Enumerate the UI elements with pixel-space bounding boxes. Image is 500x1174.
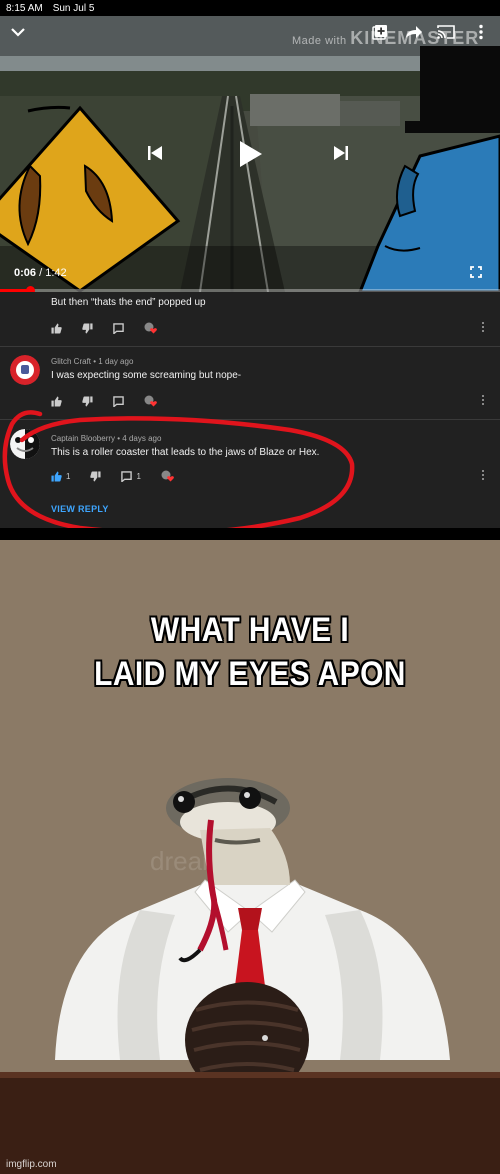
- dislike-button[interactable]: [90, 470, 101, 482]
- divider: [0, 346, 500, 347]
- current-time: 0:06: [14, 267, 37, 279]
- comment-actions: [51, 394, 177, 408]
- creator-heart-badge: [144, 395, 157, 407]
- status-bar: 8:15 AM Sun Jul 5: [0, 0, 500, 16]
- thumbs-down-icon: [82, 322, 93, 334]
- add-to-playlist-icon[interactable]: [372, 24, 388, 40]
- thumbs-up-icon: [51, 395, 62, 407]
- comment-meta: Glitch Craft • 1 day ago: [51, 357, 134, 366]
- comment-icon: [113, 322, 124, 334]
- thumbs-up-icon: [51, 322, 62, 334]
- like-button[interactable]: [51, 322, 62, 334]
- avatar[interactable]: [10, 429, 40, 459]
- status-time: 8:15 AM: [6, 2, 43, 14]
- caption-line-2: LAID MY EYES APON: [94, 655, 406, 693]
- divider: [0, 419, 500, 420]
- comment-text: I was expecting some screaming but nope-: [51, 370, 242, 381]
- site-watermark: imgflip.com: [6, 1159, 57, 1170]
- time-display: 0:06 / 1:42: [14, 267, 67, 279]
- comment-more-icon[interactable]: [480, 322, 486, 334]
- thumbs-up-icon: [51, 470, 62, 482]
- comment-icon: [121, 470, 133, 482]
- reply-button[interactable]: [113, 395, 124, 407]
- thumbs-down-icon: [82, 395, 93, 407]
- share-icon[interactable]: [405, 25, 423, 39]
- creator-heart-badge: [161, 470, 174, 482]
- comment-icon: [113, 395, 124, 407]
- comment-age: 1 day ago: [98, 357, 134, 366]
- watermark-prefix: Made with: [292, 35, 347, 47]
- reply-button[interactable]: [113, 322, 124, 334]
- like-button[interactable]: 1: [51, 470, 71, 482]
- comment-age: 4 days ago: [122, 434, 162, 443]
- video-player[interactable]: Made with KINEMASTER 0:06 / 1:42: [0, 16, 500, 292]
- comment-actions: 1 1: [51, 469, 194, 483]
- comment-text: This is a roller coaster that leads to t…: [51, 447, 320, 458]
- previous-icon[interactable]: [147, 145, 163, 161]
- comments-panel: But then “thats the end” popped up Glitc…: [0, 292, 500, 528]
- collapse-icon[interactable]: [10, 26, 26, 38]
- like-button[interactable]: [51, 395, 62, 407]
- comment-meta: Captain Blooberry • 4 days ago: [51, 434, 162, 443]
- more-icon[interactable]: [478, 24, 484, 40]
- comment-more-icon[interactable]: [480, 395, 486, 407]
- heart-icon: [144, 322, 157, 334]
- like-count: 1: [66, 471, 71, 481]
- reply-count: 1: [136, 471, 141, 481]
- comment-more-icon[interactable]: [480, 470, 486, 482]
- fullscreen-icon[interactable]: [470, 266, 482, 278]
- duration: / 1:42: [39, 267, 67, 279]
- comment-author[interactable]: Captain Blooberry: [51, 434, 115, 443]
- comment-text: But then “thats the end” popped up: [51, 297, 206, 308]
- heart-icon: [144, 395, 157, 407]
- dislike-button[interactable]: [82, 322, 93, 334]
- thumbs-down-icon: [90, 470, 101, 482]
- reply-button[interactable]: 1: [121, 470, 141, 482]
- meme-caption: WHAT HAVE I LAID MY EYES APON: [30, 608, 470, 696]
- view-reply-link[interactable]: VIEW REPLY: [51, 504, 109, 514]
- dislike-button[interactable]: [82, 395, 93, 407]
- next-icon[interactable]: [333, 145, 349, 161]
- creator-heart-badge: [144, 322, 157, 334]
- comment-author[interactable]: Glitch Craft: [51, 357, 91, 366]
- cast-icon[interactable]: [437, 25, 455, 39]
- heart-icon: [161, 470, 174, 482]
- caption-line-1: WHAT HAVE I: [150, 611, 350, 649]
- meme-panel: dreamstime: [0, 528, 500, 1174]
- comment-actions: [51, 321, 177, 335]
- status-date: Sun Jul 5: [52, 2, 95, 14]
- play-icon[interactable]: [238, 140, 264, 168]
- avatar[interactable]: [10, 355, 40, 385]
